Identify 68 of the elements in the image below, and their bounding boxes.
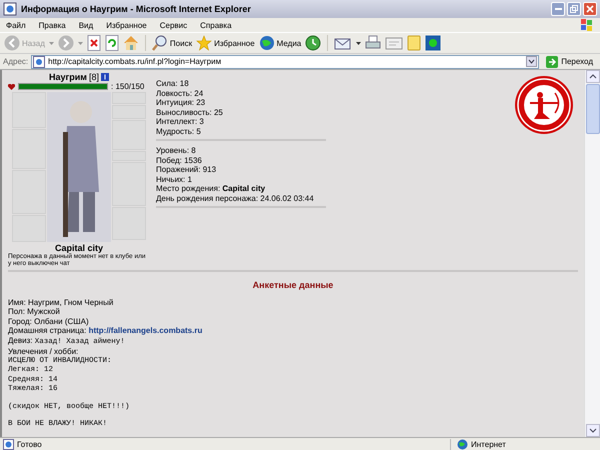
character-level: [8] [88,72,99,82]
health-reading: : 150/150 [111,82,144,91]
media-button[interactable]: Медиа [258,35,302,51]
restore-icon [570,5,578,13]
security-zone: Интернет [471,440,506,448]
close-button[interactable] [583,2,597,16]
address-label: Адрес: [3,57,28,66]
search-icon [152,35,168,51]
edit-icon[interactable] [385,35,404,51]
menu-item[interactable]: Сервис [160,20,188,30]
scroll-up-icon[interactable] [586,70,600,83]
stat-line: Интуиция: 23 [156,98,206,108]
menu-item[interactable]: Вид [78,20,94,30]
close-icon [586,5,594,13]
address-field[interactable]: http://capitalcity.combats.ru/inf.pl?login=Наугрим [31,54,540,68]
city-name: Capital city [54,243,103,253]
stat-line: Ловкость: 24 [156,88,204,98]
window-title: Информация о Наугрим - Microsoft Internet Explorer [21,4,252,14]
menu-item[interactable]: Файл [6,20,26,30]
star-icon [196,35,212,51]
scroll-down-icon[interactable] [586,424,600,437]
stat-line: Сила: 18 [156,79,190,88]
go-arrow-icon [546,56,558,68]
profile-field: Увлечения / хобби: [8,347,578,357]
printer-icon[interactable] [365,35,382,51]
heart-icon [8,84,15,90]
record-line: Уровень: 8 [156,146,197,156]
history-icon[interactable] [305,35,322,51]
section-title: Анкетные данные [252,280,334,290]
stat-line: Выносливость: 25 [156,108,224,117]
menu-item[interactable]: Справка [200,20,232,30]
search-button[interactable]: Поиск [152,35,192,51]
info-icon[interactable] [100,73,109,81]
windows-flag-icon [580,19,594,31]
stat-line: Интеллект: 3 [156,117,205,126]
profile-field: Город: Олбани (США) [8,316,578,326]
globe-icon [258,35,275,51]
dropdown-caret-icon[interactable] [356,42,362,44]
vertical-scrollbar[interactable] [584,70,600,437]
record-line: Ничьих: 1 [156,174,193,184]
profile-field: Пол: Мужской [8,307,578,317]
record-line: Побед: 1536 [156,156,203,165]
restore-button[interactable] [567,2,581,16]
record-line: Поражений: 913 [156,165,218,174]
record-line: День рождения персонажа: 24.06.02 03:44 [156,194,315,203]
menu-item[interactable]: Правка [38,20,66,30]
homepage-link[interactable]: http://fallenangels.combats.ru [88,326,202,336]
page-icon [3,438,14,450]
minimize-button[interactable] [551,2,565,16]
page-icon [33,56,46,68]
minimize-icon [554,8,562,10]
dropdown-icon[interactable] [526,56,538,67]
globe-icon [457,438,468,450]
page-icon [3,2,17,16]
profile-field: Имя: Наугрим, Гном Черный [8,298,578,308]
stat-line: Мудрость: 5 [156,126,202,136]
scrollbar-thumb[interactable] [586,84,600,134]
record-line: Место рождения: Capital city [156,184,266,194]
character-name: Наугрим [49,72,87,82]
archer-emblem-icon [514,75,574,135]
refresh-icon[interactable] [104,35,119,51]
home-icon[interactable] [122,35,139,51]
profile-field: Домашняя страница: http://fallenangels.combats.ru [8,326,578,336]
go-button[interactable]: Переход [542,56,597,68]
stop-icon[interactable] [86,35,101,51]
favorites-button[interactable]: Избранное [196,35,255,51]
status-text: Готово [17,440,43,448]
menu-item[interactable]: Избранное [106,20,147,30]
